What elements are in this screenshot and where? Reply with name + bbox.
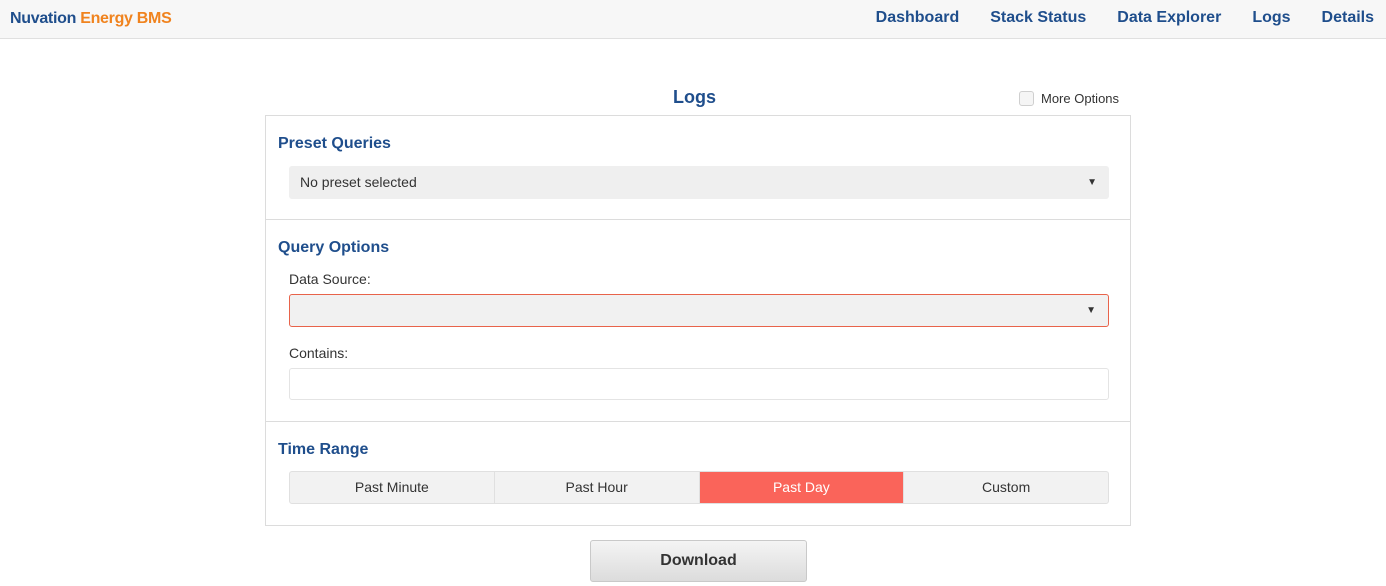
- top-navbar: Nuvation Energy BMS Dashboard Stack Stat…: [0, 0, 1386, 39]
- nav-dashboard[interactable]: Dashboard: [876, 9, 960, 27]
- contains-input[interactable]: [289, 368, 1109, 400]
- more-options-label: More Options: [1041, 91, 1120, 106]
- more-options-toggle[interactable]: More Options: [1019, 91, 1119, 106]
- data-source-select[interactable]: ▼: [289, 294, 1109, 327]
- contains-label: Contains:: [289, 345, 349, 361]
- time-range-segmented-control: Past Minute Past Hour Past Day Custom: [289, 471, 1109, 504]
- time-range-past-hour[interactable]: Past Hour: [495, 472, 700, 503]
- nav-logs[interactable]: Logs: [1252, 9, 1290, 27]
- preset-queries-title: Preset Queries: [278, 135, 391, 152]
- time-range-past-day[interactable]: Past Day: [699, 472, 905, 503]
- nav-data-explorer[interactable]: Data Explorer: [1117, 9, 1221, 27]
- more-options-checkbox[interactable]: [1019, 91, 1034, 106]
- logs-query-panel: Preset Queries No preset selected ▼ Quer…: [265, 115, 1131, 526]
- query-options-title: Query Options: [278, 239, 390, 256]
- brand-product: Energy BMS: [80, 10, 172, 27]
- time-range-custom[interactable]: Custom: [904, 472, 1108, 503]
- nav-stack-status[interactable]: Stack Status: [990, 9, 1086, 27]
- time-range-section: Time Range Past Minute Past Hour Past Da…: [266, 422, 1130, 526]
- preset-queries-section: Preset Queries No preset selected ▼: [266, 116, 1130, 220]
- preset-select-value: No preset selected: [300, 174, 417, 190]
- download-button[interactable]: Download: [590, 540, 807, 582]
- page-title: Logs: [673, 87, 716, 107]
- main-nav: Dashboard Stack Status Data Explorer Log…: [845, 9, 1374, 27]
- data-source-label: Data Source:: [289, 271, 371, 287]
- time-range-past-minute[interactable]: Past Minute: [290, 472, 495, 503]
- chevron-down-icon: ▼: [1087, 177, 1097, 188]
- brand-name: Nuvation: [10, 10, 77, 27]
- query-options-section: Query Options Data Source: ▼ Contains:: [266, 220, 1130, 422]
- time-range-title: Time Range: [278, 441, 369, 458]
- nav-details[interactable]: Details: [1322, 9, 1374, 27]
- chevron-down-icon: ▼: [1086, 305, 1096, 316]
- brand-logo[interactable]: Nuvation Energy BMS: [10, 10, 172, 28]
- preset-select[interactable]: No preset selected ▼: [289, 166, 1109, 199]
